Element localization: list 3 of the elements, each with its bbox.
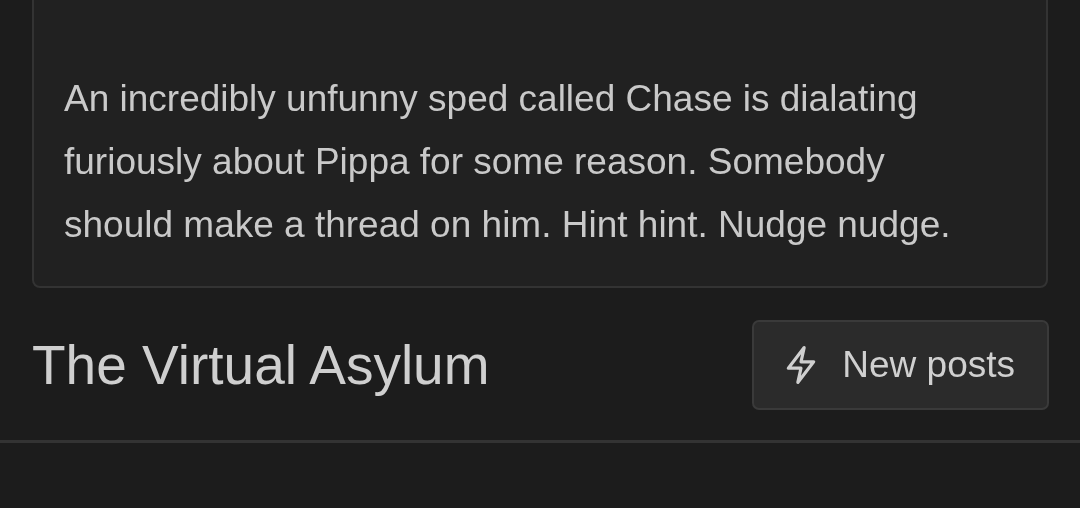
forum-title: The Virtual Asylum <box>32 333 490 397</box>
new-posts-button[interactable]: New posts <box>752 320 1049 410</box>
post-text: An incredibly unfunny sped called Chase is dialating furiously about Pippa for some reason. Somebody should make a thread on him. Hint hint. Nudge nudge. <box>64 77 952 247</box>
